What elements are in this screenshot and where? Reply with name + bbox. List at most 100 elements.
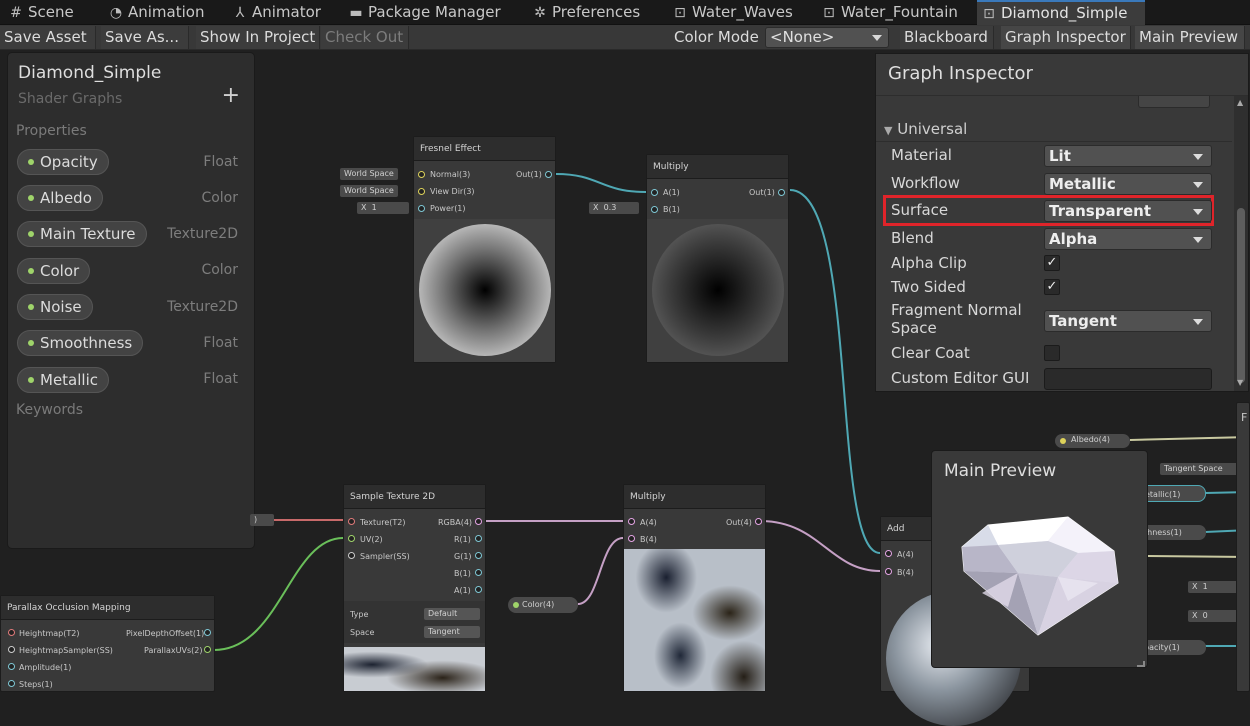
multiply-b-input[interactable]: X 0.3 — [589, 202, 639, 214]
float-input-2[interactable]: X 0 — [1188, 610, 1238, 622]
opacity-property-node[interactable]: pacity(1) — [1140, 640, 1206, 655]
multiply-preview — [647, 219, 788, 362]
fragment-normal-space-dropdown[interactable]: Tangent — [1044, 310, 1212, 332]
property-albedo[interactable]: Albedo — [17, 185, 103, 211]
property-type: Texture2D — [167, 299, 238, 315]
alpha-clip-label: Alpha Clip — [891, 254, 967, 272]
metallic-property-node[interactable]: etallic(1) — [1140, 485, 1206, 502]
property-type: Float — [203, 154, 238, 170]
main-preview-title: Main Preview — [944, 461, 1057, 481]
blend-dropdown[interactable]: Alpha — [1044, 228, 1212, 250]
edge-uv — [213, 537, 344, 651]
color-property-node[interactable]: Color(4) — [508, 597, 578, 613]
custom-editor-gui-label: Custom Editor GUI — [891, 369, 1030, 387]
node-title: Multiply — [624, 485, 765, 509]
material-dropdown[interactable]: Lit — [1044, 145, 1212, 167]
property-type: Float — [203, 371, 238, 387]
properties-label: Properties — [16, 123, 87, 139]
blackboard-title: Diamond_Simple — [18, 63, 162, 83]
scroll-up-icon[interactable]: ▲ — [1237, 98, 1243, 107]
parallax-occlusion-node[interactable]: Parallax Occlusion Mapping Heightmap(T2)… — [0, 595, 215, 692]
graph-inspector-title: Graph Inspector — [876, 54, 1248, 96]
universal-section[interactable]: ▼ Universal — [884, 120, 967, 138]
edge-multiply-add — [789, 189, 881, 554]
property-dot-icon — [28, 231, 34, 237]
main-preview-panel[interactable]: Main Preview — [931, 450, 1148, 668]
texture-preview — [344, 647, 485, 691]
property-dot-icon — [28, 377, 34, 383]
fresnel-effect-node[interactable]: Fresnel Effect Normal(3) View Dir(3) Pow… — [413, 136, 556, 363]
chevron-down-icon — [1193, 182, 1203, 188]
custom-editor-gui-field[interactable] — [1044, 368, 1212, 390]
chevron-down-icon — [1193, 209, 1203, 215]
texture-input-chip[interactable]: ) — [250, 514, 274, 526]
property-dot-icon — [28, 340, 34, 346]
sphere-preview — [652, 224, 784, 356]
resize-handle[interactable] — [1137, 661, 1145, 667]
property-dot-icon — [28, 195, 34, 201]
node-settings-tab[interactable] — [1138, 96, 1210, 108]
property-opacity[interactable]: Opacity — [17, 149, 109, 175]
surface-label: Surface — [891, 201, 949, 219]
smoothness-property-node[interactable]: thness(1) — [1140, 525, 1206, 540]
two-sided-label: Two Sided — [891, 278, 966, 296]
property-dot-icon — [28, 159, 34, 165]
property-type: Color — [201, 262, 238, 278]
type-label: Type — [350, 610, 369, 619]
inspector-scrollbar[interactable]: ▲ ▼ — [1234, 96, 1248, 391]
property-color[interactable]: Color — [17, 258, 91, 284]
sample-texture-2d-node[interactable]: Sample Texture 2D Texture(T2) UV(2) Samp… — [343, 484, 486, 692]
clear-coat-checkbox[interactable] — [1044, 345, 1060, 361]
sphere-preview — [419, 224, 551, 356]
chevron-down-icon — [1193, 154, 1203, 160]
node-title: Sample Texture 2D — [344, 485, 485, 509]
albedo-property-node[interactable]: Albedo(4) — [1055, 434, 1130, 448]
scroll-down-icon[interactable]: ▼ — [1237, 378, 1243, 387]
property-dot-icon — [28, 268, 34, 274]
material-label: Material — [891, 146, 952, 164]
property-smoothness[interactable]: Smoothness — [17, 330, 144, 356]
keywords-label: Keywords — [16, 402, 84, 418]
property-type: Float — [203, 335, 238, 351]
property-dot-icon — [28, 304, 34, 310]
edge-color — [577, 537, 624, 605]
float-input-1[interactable]: X 1 — [1188, 581, 1238, 593]
blend-label: Blend — [891, 229, 934, 247]
space-dropdown[interactable]: Tangent — [424, 626, 480, 638]
edge-albedo — [1129, 436, 1250, 441]
property-noise[interactable]: Noise — [17, 294, 93, 320]
graph-inspector-panel: Graph Inspector ▼ Universal Material Lit… — [875, 53, 1249, 392]
workflow-label: Workflow — [891, 174, 960, 192]
clear-coat-label: Clear Coat — [891, 344, 970, 362]
workflow-dropdown[interactable]: Metallic — [1044, 173, 1212, 195]
blackboard-subtitle: Shader Graphs — [18, 91, 123, 107]
chevron-down-icon — [1193, 237, 1203, 243]
fragment-normal-space-label: Fragment Normal Space — [891, 301, 1022, 337]
node-title: Multiply — [647, 155, 788, 179]
fresnel-preview — [414, 219, 555, 362]
fresnel-normal-input[interactable]: World Space — [340, 168, 398, 180]
property-metallic[interactable]: Metallic — [17, 367, 109, 393]
multiply-node[interactable]: Multiply A(1) B(1) Out(1) — [646, 154, 789, 363]
add-property-button[interactable]: + — [222, 83, 240, 108]
node-title: Parallax Occlusion Mapping — [1, 596, 214, 620]
scrollbar-thumb[interactable] — [1237, 208, 1245, 383]
two-sided-checkbox[interactable]: ✓ — [1044, 279, 1060, 295]
fresnel-viewdir-input[interactable]: World Space — [340, 185, 398, 197]
chevron-down-icon — [1193, 319, 1203, 325]
property-type: Texture2D — [167, 226, 238, 242]
edge-fresnel-multiply — [555, 173, 647, 193]
fresnel-power-input[interactable]: X 1 — [357, 202, 409, 214]
property-type: Color — [201, 190, 238, 206]
alpha-clip-checkbox[interactable]: ✓ — [1044, 255, 1060, 271]
surface-dropdown[interactable]: Transparent — [1044, 200, 1212, 222]
type-dropdown[interactable]: Default — [424, 608, 480, 620]
fragment-master-node[interactable]: F — [1236, 402, 1250, 692]
noise-preview — [624, 549, 765, 691]
node-title: Fresnel Effect — [414, 137, 555, 161]
tangent-space-input[interactable]: Tangent Space — [1160, 463, 1242, 475]
property-main-texture[interactable]: Main Texture — [17, 221, 147, 247]
diamond-preview — [961, 516, 1119, 636]
blackboard-panel: Diamond_Simple Shader Graphs + Propertie… — [7, 52, 255, 549]
multiply-node-2[interactable]: Multiply A(4) B(4) Out(4) — [623, 484, 766, 692]
